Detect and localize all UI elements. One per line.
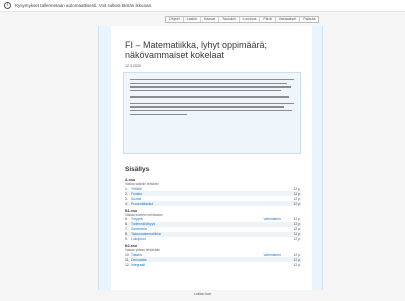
toc-item-points: 12 p. (293, 201, 301, 206)
submit-button[interactable]: Palauta (300, 17, 318, 22)
formulas-button[interactable]: Kaavat (201, 17, 220, 22)
toc-item-link[interactable]: Funktio (131, 192, 289, 196)
instructions-text-line (130, 79, 294, 81)
footer-label: Lukion koe (193, 292, 212, 296)
toc-item-link[interactable]: Prosenttilaskut (131, 202, 289, 206)
instructions-text-line (130, 89, 281, 92)
toc-item-link[interactable]: Yhtälöt (131, 187, 289, 191)
toc-item-link[interactable]: Suorat (131, 197, 289, 201)
instructions-text-line (130, 102, 294, 105)
toc-item-points: 12 p. (293, 227, 301, 232)
toc-item-points: 12 p. (293, 252, 301, 257)
toc-item[interactable]: 12. Integraali 12 p. (125, 262, 301, 267)
toc-item-link[interactable]: Tilastot (131, 253, 264, 257)
info-bar: i Kysymykset tallennetaan automaattisest… (0, 0, 405, 12)
toc-item-points: 12 p. (293, 257, 301, 262)
exam-date: 12.3.2020 (125, 64, 141, 68)
toc-item[interactable]: 4. Prosenttilaskut 12 p. (125, 201, 301, 207)
instructions-text-line (130, 113, 188, 116)
toc-item-points: 12 p. (293, 191, 301, 196)
tables-button[interactable]: Taulukot (219, 17, 240, 22)
instructions-text-line (130, 110, 293, 112)
instructions-box (123, 72, 301, 154)
toc-title: Sisällys (125, 166, 150, 173)
page-frame: FI – Matematiikka, lyhyt oppimäärä; näkö… (98, 26, 323, 290)
draw-button[interactable]: Piirrä (260, 17, 276, 22)
toc-item-link[interactable]: Ympyrä (131, 217, 264, 221)
instructions-text-line (130, 86, 291, 88)
toc-item-link[interactable]: Talousmatematiikka (131, 232, 289, 236)
optional-marker: Valinnainen (263, 217, 281, 222)
optional-marker: Valinnainen (263, 252, 281, 257)
toc-item-points: 12 p. (293, 217, 301, 222)
toc-item-points: 12 p. (293, 222, 301, 227)
table-of-contents: A-osa Vastaa kaikkiin tehtäviin 1. Yhtäl… (125, 176, 301, 267)
toc-item-points: 12 p. (293, 232, 301, 237)
answers-button[interactable]: Vastaukset (276, 17, 301, 22)
toc-item-points: 12 p. (293, 186, 301, 191)
info-bar-text: Kysymykset tallennetaan automaattisesti.… (15, 3, 153, 8)
toc-item-points: 12 p. (293, 196, 301, 201)
toc-item-points: 12 p. (293, 237, 301, 242)
instructions-text-line (130, 106, 285, 108)
info-icon: i (4, 2, 11, 9)
toc-item-link[interactable]: Lukujonot (131, 237, 289, 241)
draft-button[interactable]: Luonnos (240, 17, 261, 22)
toc-item-points: 12 p. (293, 262, 301, 267)
exam-toolbar: Ohjeet Laskin Kaavat Taulukot Luonnos Pi… (165, 16, 320, 23)
instructions-button[interactable]: Ohjeet (166, 17, 184, 22)
toc-item-link[interactable]: Derivaatta (131, 258, 289, 262)
calculator-button[interactable]: Laskin (184, 17, 201, 22)
toc-item-link[interactable]: Geometria (131, 227, 289, 231)
exam-title: FI – Matematiikka, lyhyt oppimäärä; näkö… (125, 40, 268, 60)
exam-page: FI – Matematiikka, lyhyt oppimäärä; näkö… (111, 26, 312, 290)
instructions-text-line (130, 96, 290, 98)
toc-item-link[interactable]: Integraali (131, 263, 289, 267)
toc-item[interactable]: 9. Lukujonot 12 p. (125, 237, 301, 242)
instructions-text-line (130, 82, 288, 84)
toc-item-link[interactable]: Todennäköisyys (131, 222, 289, 226)
